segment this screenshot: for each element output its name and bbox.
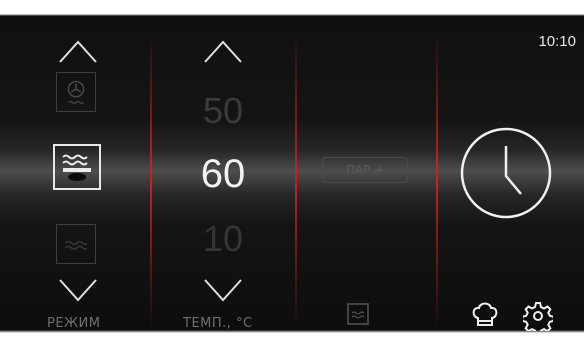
tray-icon	[347, 303, 369, 325]
steam-plus-button[interactable]: ПАР +	[322, 157, 408, 183]
mode-option-top-bottom-heat[interactable]	[53, 144, 101, 190]
mode-label: РЕЖИМ	[47, 316, 101, 331]
timer-button[interactable]	[459, 126, 553, 220]
chevron-down-icon	[204, 279, 242, 302]
column-divider	[436, 30, 438, 330]
temp-current-value[interactable]: 60	[178, 152, 268, 197]
mode-option-fan[interactable]	[56, 72, 96, 112]
clock-time: 10:10	[538, 33, 576, 50]
oven-control-screen: РЕЖИМ 50 60 10 ТЕМП., °C ПАР + 10:10	[0, 0, 584, 343]
temp-next-value[interactable]: 10	[178, 218, 268, 260]
temp-previous-value[interactable]: 50	[178, 90, 268, 132]
top-bottom-heat-icon	[62, 154, 91, 181]
bottom-heat-icon	[65, 240, 88, 250]
settings-gear-icon	[521, 302, 555, 336]
chef-hat-icon	[472, 302, 498, 326]
chevron-up-icon	[204, 40, 242, 63]
settings-button[interactable]	[521, 301, 555, 336]
clock-icon	[460, 127, 552, 219]
mode-option-bottom-heat[interactable]	[56, 224, 96, 264]
fan-mode-icon	[67, 80, 85, 105]
temp-up-arrow[interactable]	[193, 30, 253, 70]
chevron-up-icon	[59, 40, 97, 63]
tray-button[interactable]	[347, 303, 369, 325]
temp-down-arrow[interactable]	[193, 272, 253, 312]
mode-down-arrow[interactable]	[48, 272, 108, 312]
mode-up-arrow[interactable]	[48, 30, 108, 70]
column-divider	[150, 30, 152, 330]
recipes-button[interactable]	[471, 299, 499, 331]
chevron-down-icon	[59, 279, 97, 302]
temp-label: ТЕМП., °C	[183, 316, 253, 331]
column-divider	[295, 30, 297, 330]
